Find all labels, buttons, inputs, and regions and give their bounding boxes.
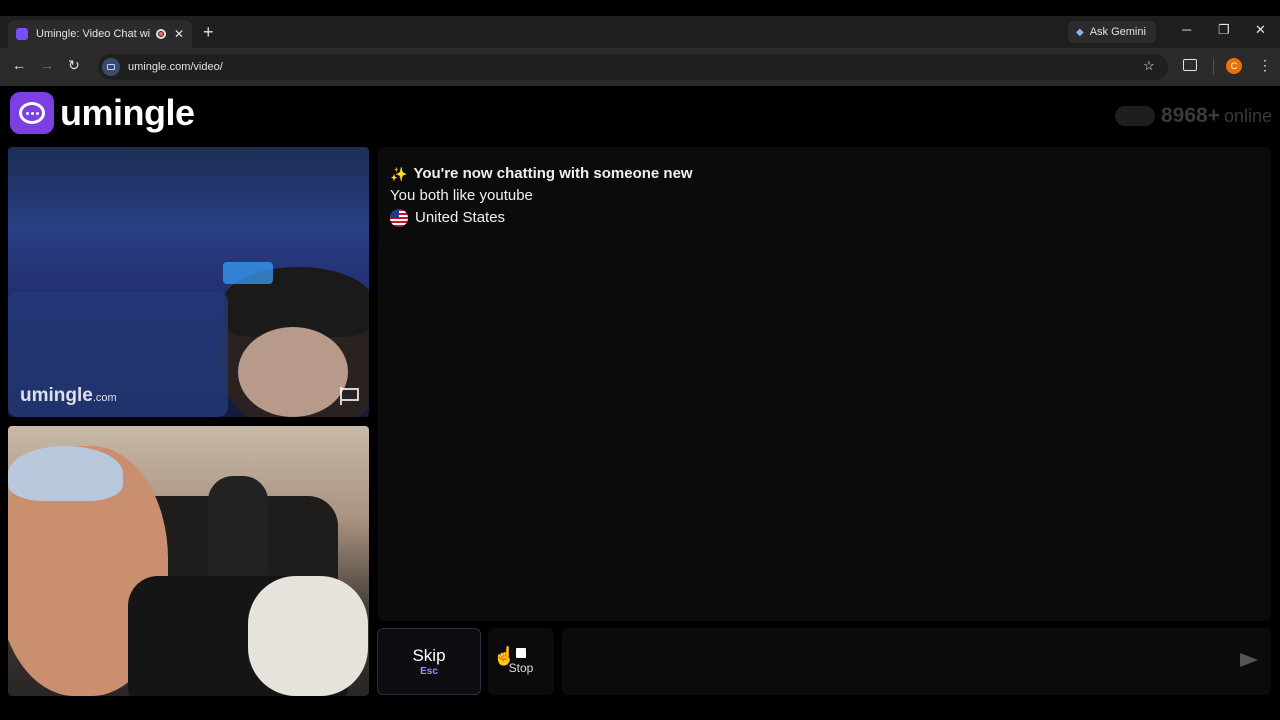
bookmark-star-icon[interactable]: ☆ — [1143, 58, 1155, 74]
restore-window-button[interactable]: ❐ — [1218, 22, 1230, 38]
umingle-watermark: umingle.com — [20, 385, 117, 406]
back-button[interactable]: ← — [12, 57, 26, 73]
site-favicon-icon — [16, 28, 28, 40]
ask-gemini-button[interactable]: ◆ Ask Gemini — [1068, 21, 1156, 43]
self-video — [8, 426, 369, 696]
new-tab-button[interactable]: + — [203, 22, 214, 42]
skip-shortcut-hint: Esc — [420, 666, 438, 677]
browser-toolbar: ← → ↻ umingle.com/video/ ☆ C ⋮ — [0, 48, 1280, 86]
chat-log: ✨ You're now chatting with someone new Y… — [378, 147, 1271, 621]
forward-button[interactable]: → — [40, 57, 54, 73]
stop-icon — [516, 648, 526, 658]
tab-close-icon[interactable]: ✕ — [174, 27, 184, 41]
send-icon[interactable] — [1240, 653, 1258, 667]
logo-text: umingle — [60, 92, 195, 133]
stranger-face — [238, 327, 348, 417]
self-cap — [8, 446, 123, 501]
address-bar[interactable]: umingle.com/video/ — [98, 54, 1168, 80]
blue-light — [223, 262, 273, 284]
chat-message-text: You're now chatting with someone new — [413, 165, 693, 182]
toolbar-divider — [1213, 59, 1214, 75]
reload-button[interactable]: ↻ — [68, 57, 80, 74]
browser-tab[interactable]: Umingle: Video Chat with S ✕ — [8, 20, 192, 48]
gemini-sparkle-icon: ◆ — [1076, 26, 1084, 38]
site-logo[interactable]: umingle — [10, 92, 195, 134]
chat-system-message: ✨ You're now chatting with someone new — [390, 163, 1259, 185]
chat-message-text: You both like youtube — [390, 187, 533, 204]
browser-menu-icon[interactable]: ⋮ — [1258, 57, 1272, 74]
stranger-video: umingle.com — [8, 147, 369, 417]
mouse-cursor-icon: ☝ — [493, 646, 516, 666]
theme-toggle[interactable] — [1114, 106, 1155, 126]
recording-indicator-icon — [155, 29, 166, 39]
online-count: 8968+ — [1160, 104, 1220, 127]
camera-permission-icon[interactable] — [102, 58, 120, 76]
chat-message-text: United States — [415, 209, 506, 226]
tab-title: Umingle: Video Chat with S — [36, 28, 150, 40]
close-window-button[interactable]: ✕ — [1255, 22, 1266, 38]
pillow — [248, 576, 368, 696]
sparkle-icon: ✨ — [390, 166, 408, 182]
browser-tab-strip: Umingle: Video Chat with S ✕ + ◆ Ask Gem… — [0, 16, 1280, 48]
chat-system-message: United States — [390, 207, 1259, 229]
online-counter: 8968+ online — [1114, 104, 1272, 128]
chat-system-message: You both like youtube — [390, 185, 1259, 207]
minimize-window-button[interactable]: ─ — [1182, 22, 1191, 37]
profile-avatar[interactable]: C — [1226, 58, 1242, 74]
report-flag-icon[interactable] — [339, 387, 359, 405]
skip-label: Skip — [412, 646, 446, 665]
umingle-page: umingle 8968+ online umingle.com ✨ You'r… — [0, 86, 1280, 720]
chat-bubble-icon — [10, 92, 54, 134]
online-label: online — [1223, 105, 1272, 126]
tab-search-icon[interactable] — [1183, 59, 1197, 71]
url-text: umingle.com/video/ — [128, 61, 223, 73]
message-input[interactable] — [562, 628, 1271, 695]
ask-gemini-label: Ask Gemini — [1089, 26, 1146, 38]
skip-button[interactable]: Skip Esc — [377, 628, 481, 695]
us-flag-icon — [390, 209, 408, 227]
